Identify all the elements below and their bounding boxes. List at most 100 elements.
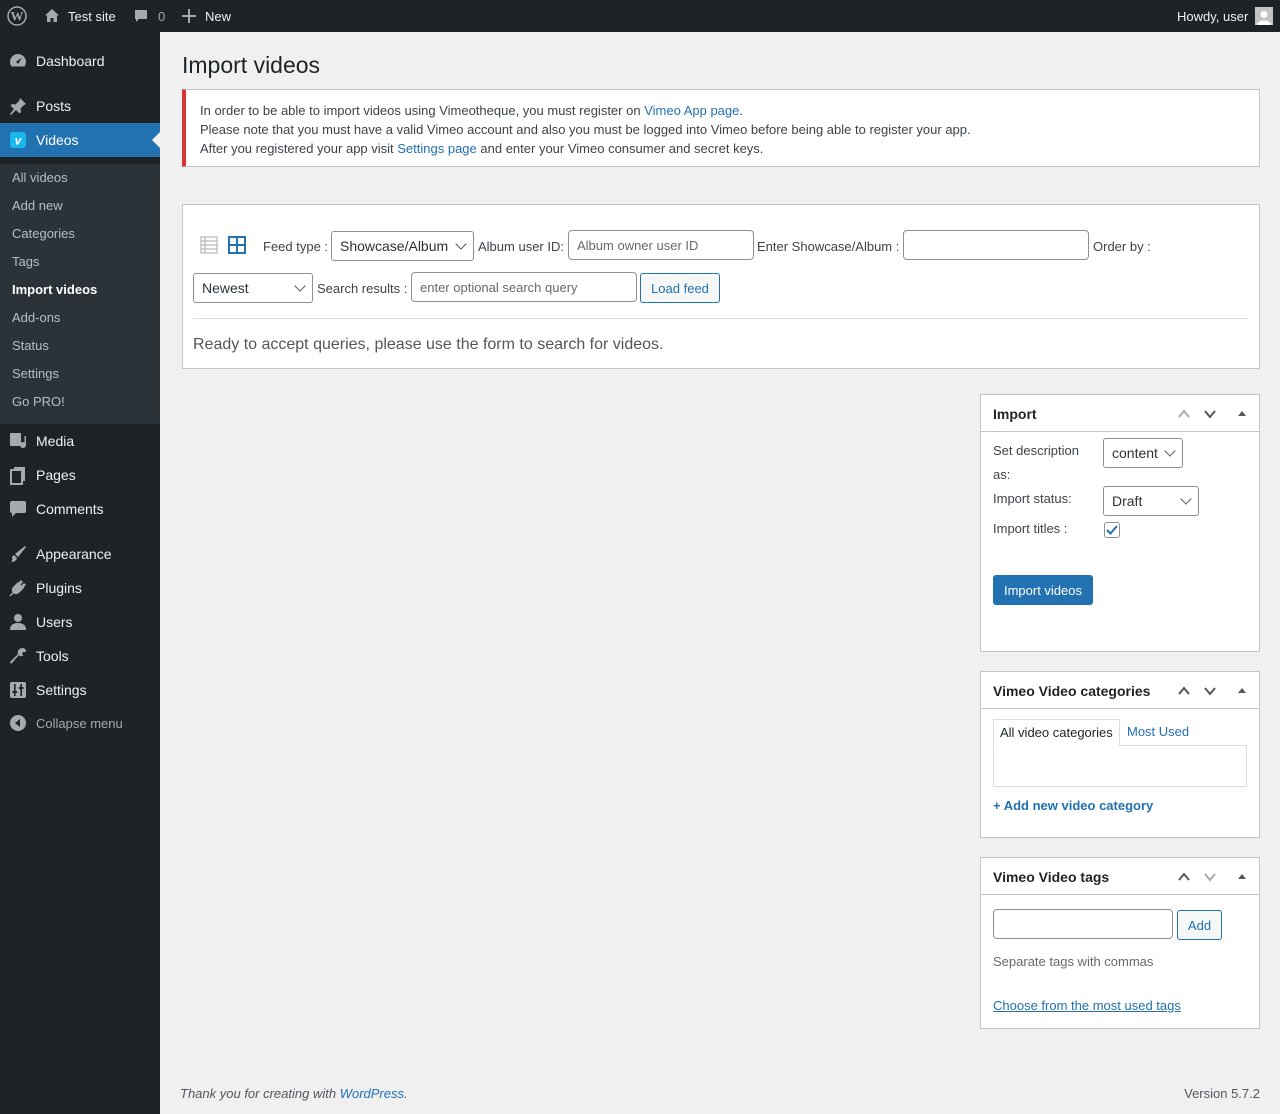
wordpress-link[interactable]: WordPress [340,1086,404,1101]
sidebar-item-plugins[interactable]: Plugins [0,571,160,605]
toggle-panel-icon[interactable] [1233,682,1251,700]
sidebar-item-label: Videos [36,132,79,148]
sidebar-item-users[interactable]: Users [0,605,160,639]
footer-thanks: Thank you for creating with WordPress. [180,1086,408,1101]
submenu-settings[interactable]: Settings [12,366,59,381]
howdy-text: Howdy, user [1177,8,1249,24]
sidebar-item-settings[interactable]: Settings [0,673,160,707]
submenu-all-videos[interactable]: All videos [12,170,68,185]
tags-box: Vimeo Video tags Add Separate tags with … [980,857,1260,1029]
description-label: Set description [993,443,1079,458]
collapse-menu-button[interactable]: Collapse menu [0,706,160,740]
brush-icon [0,544,36,564]
comments-link[interactable]: 0 [133,0,165,32]
sidebar-item-label: Posts [36,98,72,114]
media-icon [0,431,36,451]
tags-hint: Separate tags with commas [993,954,1154,969]
submenu-categories[interactable]: Categories [12,226,75,241]
tab-all-categories[interactable]: All video categories [993,719,1120,746]
choose-most-used-tags-link[interactable]: Choose from the most used tags [993,998,1181,1013]
submenu-add-ons[interactable]: Add-ons [12,310,60,325]
toggle-panel-icon[interactable] [1233,868,1251,886]
new-tag-input[interactable] [993,909,1173,939]
feed-type-select[interactable]: Showcase/Album [331,231,474,261]
plugin-icon [0,578,36,598]
showcase-label: Enter Showcase/Album : [757,239,900,254]
vimeo-app-page-link[interactable]: Vimeo App page [644,103,739,118]
load-feed-button[interactable]: Load feed [640,273,720,303]
submenu-tags[interactable]: Tags [12,254,39,269]
new-content-link[interactable]: New [182,0,231,32]
page-title: Import videos [182,52,321,78]
new-label: New [205,8,232,24]
wordpress-logo-icon[interactable]: W [7,0,27,32]
move-up-icon[interactable] [1175,405,1193,423]
sidebar-item-media[interactable]: Media [0,424,160,458]
error-notice: In order to be able to import videos usi… [182,89,1260,167]
sidebar-item-tools[interactable]: Tools [0,639,160,673]
submenu-add-new[interactable]: Add new [12,198,63,213]
move-down-icon[interactable] [1201,868,1219,886]
move-down-icon[interactable] [1201,682,1219,700]
dashboard-icon [0,51,36,71]
notice-line-1: In order to be able to import videos usi… [200,103,743,118]
import-titles-label: Import titles : [993,521,1068,536]
import-videos-button[interactable]: Import videos [993,575,1093,605]
site-name: Test site [68,8,116,24]
categories-box-title: Vimeo Video categories [993,683,1151,699]
move-down-icon[interactable] [1201,405,1219,423]
chevron-down-icon [1164,445,1176,457]
list-view-icon[interactable] [200,236,218,254]
chevron-down-icon [455,238,467,250]
search-query-input[interactable]: enter optional search query [411,272,637,302]
sidebar-item-dashboard[interactable]: Dashboard [0,44,160,78]
chevron-down-icon [294,280,306,292]
import-box-title: Import [993,406,1037,422]
site-name-link[interactable]: Test site [44,0,116,32]
plus-icon [182,9,196,23]
add-tag-button[interactable]: Add [1177,910,1222,940]
sidebar-item-pages[interactable]: Pages [0,458,160,492]
move-up-icon[interactable] [1175,868,1193,886]
sidebar-item-appearance[interactable]: Appearance [0,537,160,571]
current-menu-arrow [152,132,160,148]
footer-version: Version 5.7.2 [1184,1086,1260,1101]
videos-submenu: All videos Add new Categories Tags Impor… [0,164,160,424]
sidebar-item-label: Pages [36,467,76,483]
submenu-go-pro[interactable]: Go PRO! [12,394,65,409]
sidebar-item-label: Media [36,433,75,449]
sidebar-item-posts[interactable]: Posts [0,89,160,123]
sidebar-item-label: Appearance [36,546,112,562]
settings-icon [0,680,36,700]
sidebar-item-videos[interactable]: v Videos [0,123,160,157]
settings-page-link[interactable]: Settings page [397,141,477,156]
sidebar-item-comments[interactable]: Comments [0,492,160,526]
admin-sidebar: Dashboard Posts v Videos All videos Add … [0,32,160,1114]
album-user-input[interactable]: Album owner user ID [568,230,754,260]
import-status-label: Import status: [993,491,1072,506]
notice-line-2: Please note that you must have a valid V… [200,122,971,137]
submenu-import-videos[interactable]: Import videos [12,282,97,297]
submenu-status[interactable]: Status [12,338,49,353]
showcase-input[interactable] [903,230,1089,260]
order-by-select[interactable]: Newest [193,273,313,303]
sidebar-item-label: Comments [36,501,104,517]
grid-view-icon[interactable] [228,236,246,254]
avatar [1255,7,1274,25]
collapse-menu-label: Collapse menu [36,715,123,731]
comments-count: 0 [158,8,166,24]
album-user-label: Album user ID: [478,239,564,254]
vimeo-icon: v [0,131,36,149]
add-new-category-link[interactable]: + Add new video category [993,798,1153,813]
import-status-select[interactable]: Draft [1103,486,1199,516]
import-titles-checkbox[interactable] [1104,522,1120,538]
feed-status-text: Ready to accept queries, please use the … [193,336,664,353]
move-up-icon[interactable] [1175,682,1193,700]
pin-icon [0,96,36,116]
my-account-link[interactable]: Howdy, user [1177,0,1274,32]
sidebar-item-label: Dashboard [36,53,105,69]
search-results-label: Search results : [317,281,408,296]
toggle-panel-icon[interactable] [1233,405,1251,423]
tab-most-used[interactable]: Most Used [1127,724,1189,739]
description-select[interactable]: content [1103,438,1183,468]
